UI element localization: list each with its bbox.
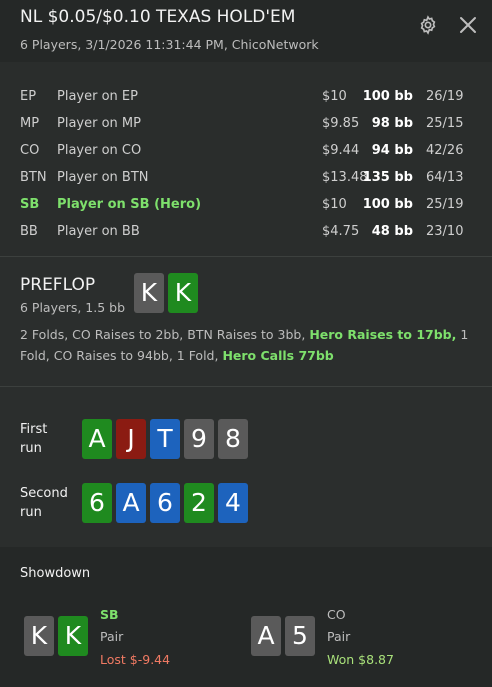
hero-action: Hero Raises to 17bb, [309,327,457,342]
street-subtitle: 6 Players, 1.5 bb [20,300,126,315]
showdown-card: K [58,616,88,656]
player-position: SB [20,197,40,212]
first-run-label: First run [20,420,47,458]
board-card: 6 [150,483,180,523]
player-stack: $13.48 [322,170,368,185]
showdown-hand: Pair [100,629,124,644]
showdown-card: K [24,616,54,656]
section-divider [0,386,492,387]
player-stack-bb: 135 bb [362,170,413,185]
player-stack-bb: 100 bb [362,197,413,212]
player-row-co[interactable]: CO Player on CO $9.44 94 bb 42/26 [0,143,492,163]
showdown-result: Lost $-9.44 [100,652,171,667]
board-card: A [82,419,112,459]
action-text: 2 Folds, CO Raises to 2bb, BTN Raises to… [20,327,310,342]
board-card: J [116,419,146,459]
player-position: BB [20,224,38,239]
player-position: CO [20,143,40,158]
player-row-ep[interactable]: EP Player on EP $10 100 bb 26/19 [0,89,492,109]
close-icon[interactable] [457,14,479,36]
player-stack-bb: 98 bb [371,116,413,131]
showdown-position: CO [327,607,346,622]
board-card: 9 [184,419,214,459]
showdown-card: A [251,616,281,656]
board-card: 2 [184,483,214,523]
board-card: 6 [82,483,112,523]
player-position: MP [20,116,40,131]
player-stats: 25/15 [426,116,464,131]
player-stack: $10 [322,197,347,212]
player-position: BTN [20,170,47,185]
players-panel: EP Player on EP $10 100 bb 26/19 MP Play… [0,62,492,256]
player-stack: $4.75 [322,224,360,239]
player-name: Player on CO [57,143,142,158]
player-stats: 64/13 [426,170,464,185]
hero-action: Hero Calls 77bb [222,348,334,363]
player-stack: $10 [322,89,347,104]
board-card: A [116,483,146,523]
section-divider [0,256,492,257]
showdown-card: 5 [285,616,315,656]
second-run-label: Second run [20,484,68,522]
player-name: Player on BTN [57,170,149,185]
hero-card: K [134,273,164,313]
player-stack: $9.85 [322,116,360,131]
game-subtitle: 6 Players, 3/1/2026 11:31:44 PM, ChicoNe… [20,37,319,52]
player-stats: 23/10 [426,224,464,239]
showdown-hand: Pair [327,629,351,644]
player-stack-bb: 48 bb [371,224,413,239]
gear-icon[interactable] [418,15,438,35]
showdown-title: Showdown [20,566,91,581]
showdown-position: SB [100,607,119,622]
game-title: NL $0.05/$0.10 TEXAS HOLD'EM [20,7,296,27]
player-stack-bb: 100 bb [362,89,413,104]
player-name: Player on MP [57,116,141,131]
player-row-btn[interactable]: BTN Player on BTN $13.48 135 bb 64/13 [0,170,492,190]
board-card: 8 [218,419,248,459]
player-row-mp[interactable]: MP Player on MP $9.85 98 bb 25/15 [0,116,492,136]
player-name: Player on BB [57,224,140,239]
preflop-actions: 2 Folds, CO Raises to 2bb, BTN Raises to… [20,324,480,366]
player-position: EP [20,89,37,104]
run-label-line: run [20,505,42,520]
hero-card: K [168,273,198,313]
player-stats: 42/26 [426,143,464,158]
street-title: PREFLOP [20,275,96,295]
player-name: Player on EP [57,89,138,104]
showdown-result: Won $8.87 [327,652,394,667]
run-label-line: Second [20,486,68,501]
board-card: T [150,419,180,459]
player-row-sb-hero[interactable]: SB Player on SB (Hero) $10 100 bb 25/19 [0,197,492,217]
player-stats: 26/19 [426,89,464,104]
player-stats: 25/19 [426,197,464,212]
player-name: Player on SB (Hero) [57,197,202,212]
player-stack: $9.44 [322,143,360,158]
player-stack-bb: 94 bb [371,143,413,158]
player-row-bb[interactable]: BB Player on BB $4.75 48 bb 23/10 [0,224,492,244]
run-label-line: First [20,422,48,437]
board-card: 4 [218,483,248,523]
run-label-line: run [20,441,42,456]
